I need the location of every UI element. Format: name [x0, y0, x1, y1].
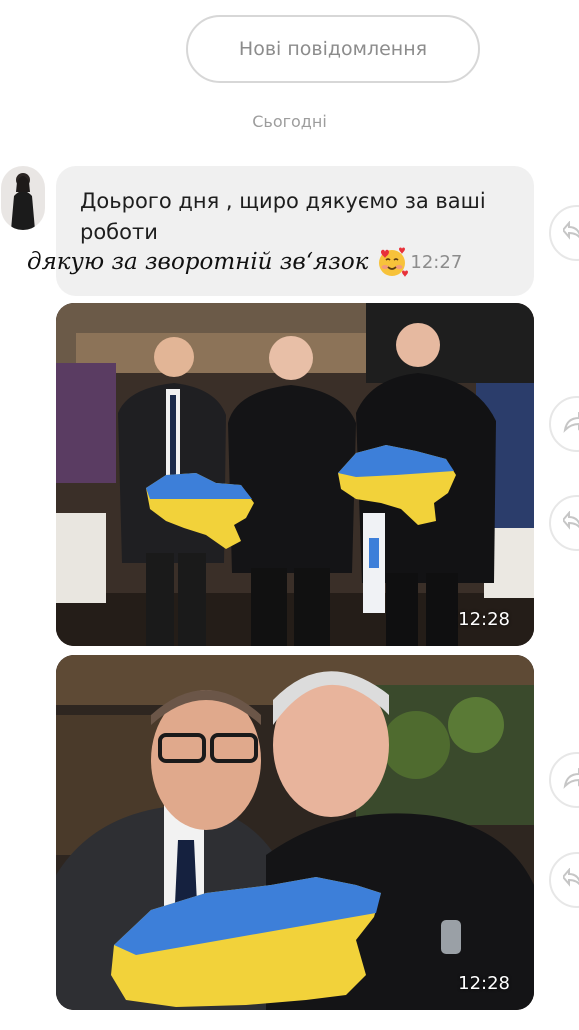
- share-icon: [563, 768, 579, 789]
- overlay-text: дякую за зворотній зв‘язок: [27, 249, 369, 275]
- photo-message-1[interactable]: 12:28: [56, 303, 534, 646]
- new-messages-label: Нові повідомлення: [238, 38, 428, 60]
- reply-icon: [563, 221, 579, 240]
- message-overlay: дякую за зворотній зв‘язок 12:27: [27, 246, 462, 278]
- reply-icon: [563, 868, 579, 887]
- avatar[interactable]: [1, 166, 45, 230]
- reply-button-3[interactable]: [549, 852, 579, 908]
- share-button-2[interactable]: [549, 752, 579, 808]
- photo-message-2[interactable]: 12:28: [56, 655, 534, 1010]
- reply-button-1[interactable]: [549, 205, 579, 261]
- photo-2-image: [56, 655, 534, 1010]
- message-text: Доьрого дня , щиро дякуємо за ваші робот…: [80, 189, 486, 244]
- photo-1-image: [56, 303, 534, 646]
- smiling-face-with-hearts-icon: [376, 246, 409, 278]
- reply-icon: [563, 511, 579, 530]
- reply-button-2[interactable]: [549, 495, 579, 551]
- date-separator: Сьогодні: [252, 112, 327, 131]
- photo-1-time: 12:28: [458, 609, 510, 630]
- message-time: 12:27: [410, 251, 463, 273]
- share-icon: [563, 412, 579, 433]
- new-messages-button[interactable]: Нові повідомлення: [186, 15, 480, 83]
- photo-2-time: 12:28: [458, 973, 510, 994]
- share-button-1[interactable]: [549, 396, 579, 452]
